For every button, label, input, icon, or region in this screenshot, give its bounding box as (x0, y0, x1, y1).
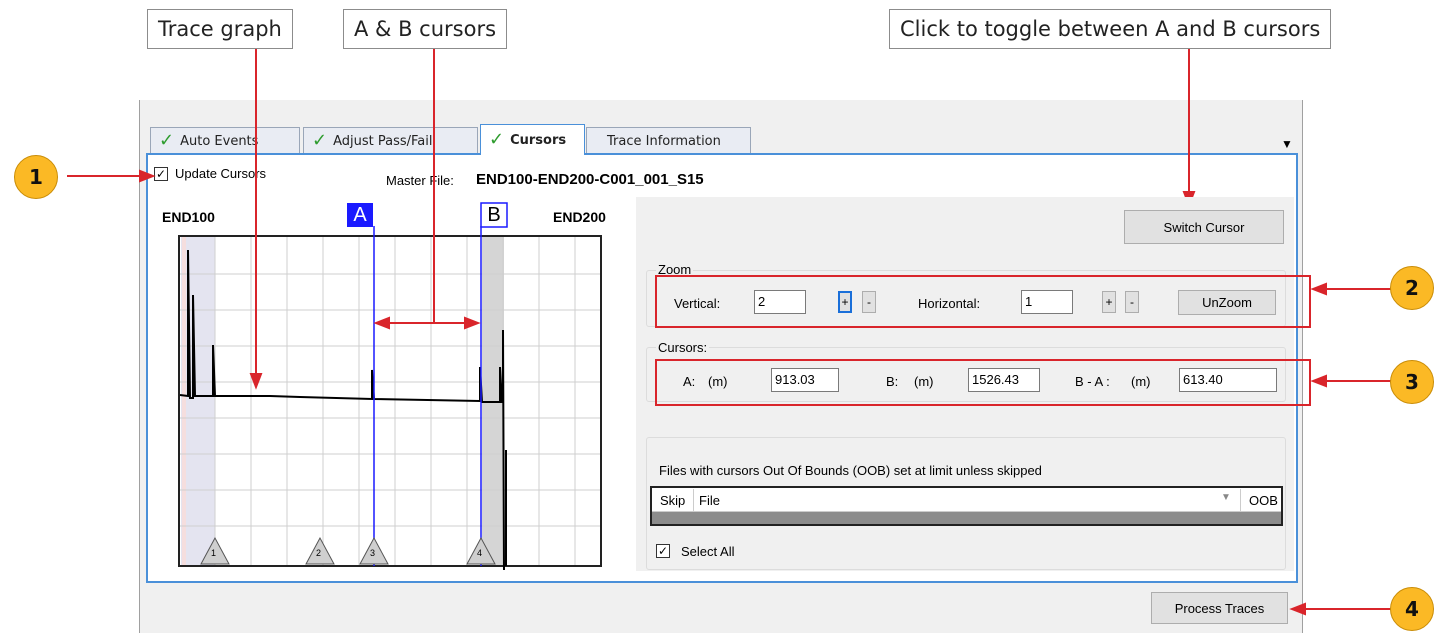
column-divider (1240, 489, 1241, 511)
tab-label: Cursors (510, 132, 567, 148)
column-divider (693, 489, 694, 511)
oob-description: Files with cursors Out Of Bounds (OOB) s… (659, 463, 1042, 478)
oob-col-oob[interactable]: OOB (1249, 493, 1278, 508)
process-traces-button[interactable]: Process Traces (1151, 592, 1288, 624)
event-marker-4-label: 4 (477, 548, 483, 558)
cursor-b-label: B (487, 204, 501, 226)
cursors-highlight-box (655, 359, 1311, 406)
sort-chevron-down-icon[interactable]: ▼ (1221, 492, 1231, 503)
callout-badge-2: 2 (1390, 266, 1434, 310)
callout-badge-3: 3 (1390, 360, 1434, 404)
start-marker-zone (182, 237, 186, 565)
event-marker-3-label: 3 (370, 548, 376, 558)
graph-frame (178, 235, 602, 567)
callout-badge-1: 1 (14, 155, 58, 199)
select-all-label: Select All (681, 544, 735, 559)
switch-cursor-button[interactable]: Switch Cursor (1124, 210, 1284, 244)
event-marker-2-label: 2 (316, 548, 322, 558)
graph-grid (180, 237, 601, 565)
trace-line (179, 249, 505, 571)
check-icon: ✓ (489, 129, 505, 150)
oob-grid-header (652, 488, 1281, 512)
oob-col-file[interactable]: File (699, 493, 720, 508)
oob-col-skip[interactable]: Skip (660, 493, 685, 508)
cursors-group-label: Cursors: (656, 340, 710, 355)
cursor-a-label: A (353, 204, 367, 226)
tab-cursors[interactable]: ✓ Cursors (480, 124, 585, 155)
zoom-highlight-box (655, 275, 1311, 328)
start-dead-zone (181, 237, 215, 565)
event-markers (200, 536, 496, 565)
callout-badge-4: 4 (1390, 587, 1434, 631)
select-all-checkbox[interactable]: ✓ (656, 544, 670, 558)
event-marker-1-label: 1 (211, 548, 217, 558)
